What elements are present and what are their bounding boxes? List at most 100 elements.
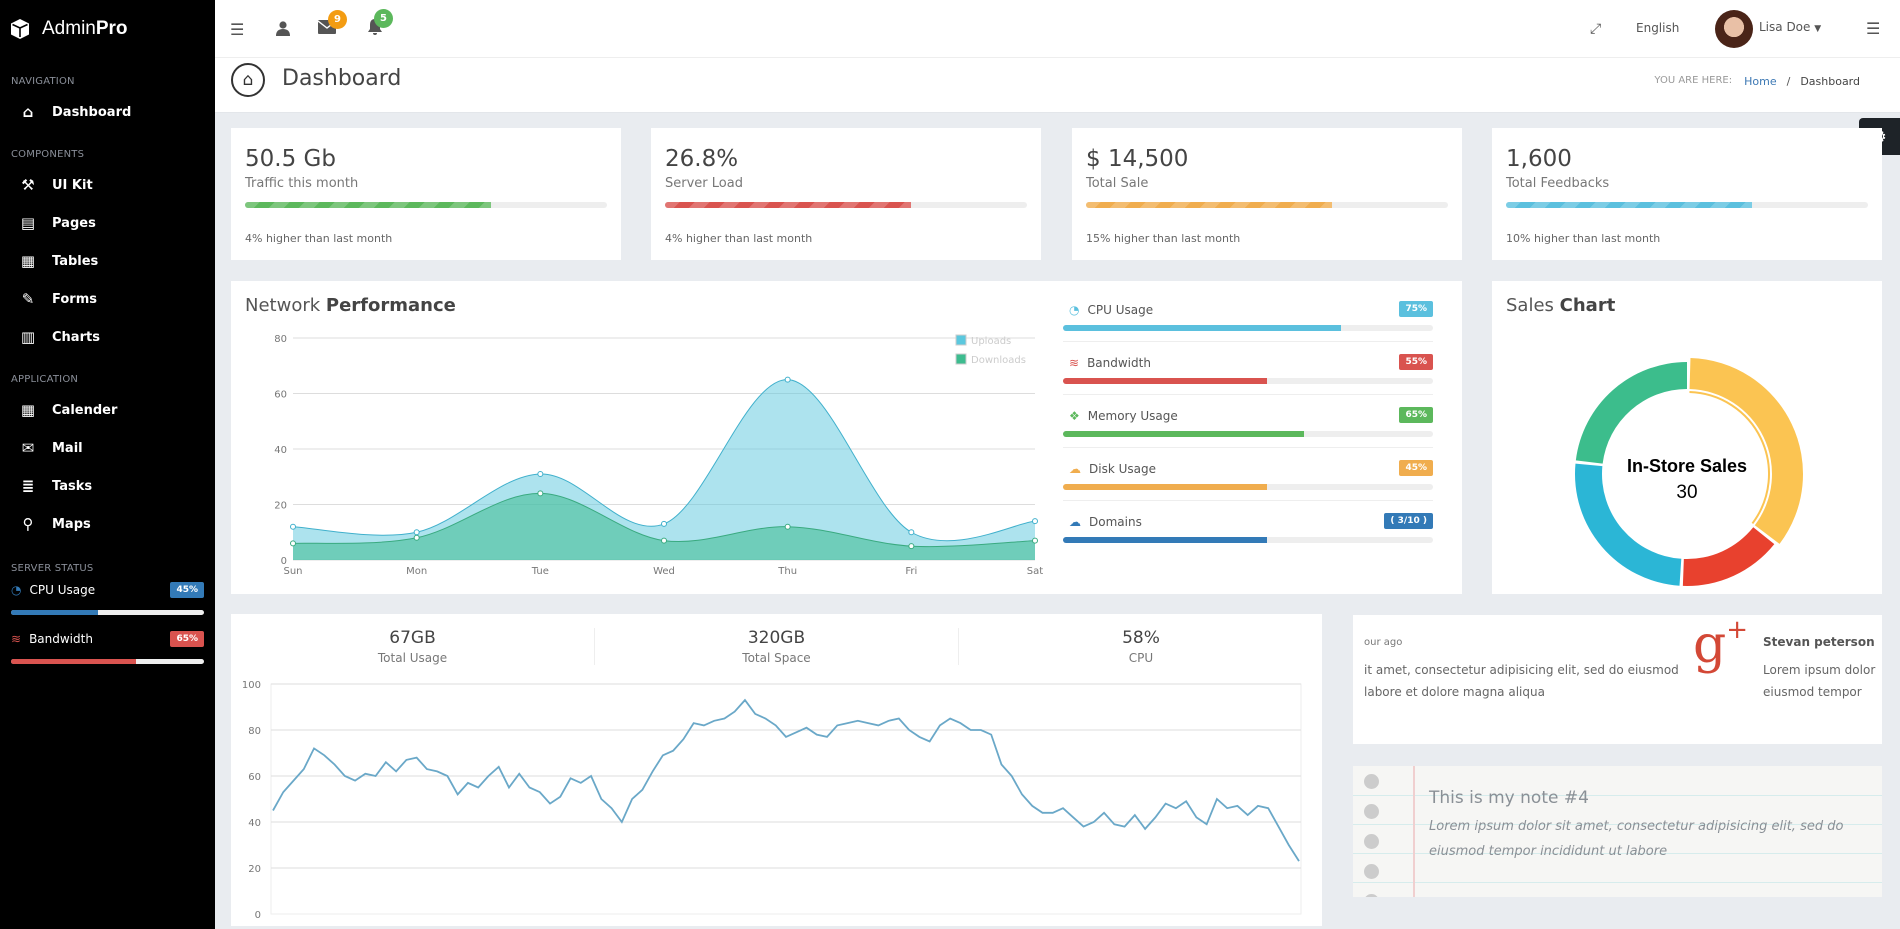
sidebar-item-charts[interactable]: ▥ Charts	[0, 318, 215, 356]
breadcrumb-home[interactable]: Home	[1744, 75, 1776, 88]
usage-line-chart: 0 20 40 60 80 100	[242, 680, 1302, 921]
sales-donut-chart: In-Store Sales 30	[1575, 358, 1803, 586]
resource-badge: 45%	[1399, 460, 1433, 476]
indent-icon[interactable]: ☰	[1866, 19, 1880, 38]
breadcrumb-label: YOU ARE HERE:	[1654, 75, 1733, 86]
server-status-bar	[11, 610, 204, 615]
menu-toggle-icon[interactable]: ☰	[230, 20, 244, 39]
data-point	[290, 523, 296, 530]
stat-note: 15% higher than last month	[1086, 232, 1241, 245]
network-chart: 020406080Sun Mon Tue Wed Thu Fri SatUploadsDow…	[274, 334, 1043, 577]
resource-item: ❖ Memory Usage 65%	[1063, 395, 1433, 448]
note-body: Lorem ipsum dolor sit amet, consectetur …	[1429, 819, 1844, 859]
home-icon: ⌂	[22, 103, 34, 121]
data-point	[537, 470, 544, 477]
data-point	[413, 534, 420, 541]
margin-line	[1413, 766, 1415, 897]
y-tick-label: 60	[274, 390, 287, 401]
donut-center-label: In-Store Sales	[1627, 456, 1747, 476]
breadcrumb-separator: /	[1786, 75, 1791, 88]
sidebar-item-label: Charts	[52, 329, 100, 345]
sidebar-item-tasks[interactable]: ≣ Tasks	[0, 467, 215, 505]
google-plus-icon: g+	[1693, 615, 1749, 675]
y-tick-label: 20	[248, 864, 261, 875]
status-badge: 65%	[170, 631, 204, 647]
stat-value: 1,600	[1506, 146, 1572, 172]
messages-button[interactable]: 9	[317, 10, 347, 38]
stat-value: 50.5 Gb	[245, 146, 336, 172]
stat-card: 1,600 Total Feedbacks 10% higher than last…	[1492, 128, 1882, 260]
stat-label: Total Feedbacks	[1506, 176, 1610, 191]
social-feed-card: our ago it amet, consectetur adipisicing…	[1353, 615, 1882, 744]
topbar: ☰ 9 5 ⤢ English Lisa Doe ▼ ☰	[215, 0, 1900, 58]
user-icon[interactable]	[276, 21, 290, 36]
sidebar-item-forms[interactable]: ✎ Forms	[0, 280, 215, 318]
magic-wand-icon: ⚒	[21, 176, 35, 194]
donut-center-value: 30	[1676, 482, 1697, 503]
file-icon: ▤	[20, 214, 36, 232]
data-point	[1032, 518, 1038, 525]
notifications-button[interactable]: 5	[367, 9, 393, 39]
stat-value: 26.8%	[665, 146, 739, 172]
resource-label: CPU Usage	[1087, 303, 1154, 317]
language-selector[interactable]: English	[1636, 21, 1679, 35]
x-tick-label: Wed	[653, 566, 675, 577]
binder-hole	[1364, 834, 1379, 849]
binder-hole	[1364, 864, 1379, 879]
user-menu[interactable]: Lisa Doe ▼	[1759, 20, 1821, 34]
cloud-download-icon: ☁	[1069, 462, 1081, 476]
status-badge: 45%	[170, 582, 204, 598]
stat-card: $ 14,500 Total Sale 15% higher than last m…	[1072, 128, 1462, 260]
resource-badge: ( 3/10 )	[1384, 513, 1433, 529]
data-point	[290, 540, 296, 547]
stat-card: 26.8% Server Load 4% higher than last mont…	[651, 128, 1041, 260]
nav-section-label: COMPONENTS	[11, 149, 85, 160]
stat-progress-bar	[665, 202, 1027, 208]
breadcrumb-current: Dashboard	[1800, 75, 1860, 88]
donut-segment	[1689, 358, 1803, 544]
stat-progress-bar	[1506, 202, 1868, 208]
database-icon: ≋	[11, 632, 22, 646]
sidebar-item-ui-kit[interactable]: ⚒ UI Kit	[0, 166, 215, 204]
sidebar-item-mail[interactable]: ✉ Mail	[0, 429, 215, 467]
resource-badge: 65%	[1399, 407, 1433, 423]
stat-note: 4% higher than last month	[245, 232, 393, 245]
sidebar-item-tables[interactable]: ▦ Tables	[0, 242, 215, 280]
x-tick-label: Fri	[905, 566, 917, 577]
brand-light: Admin	[42, 18, 96, 39]
data-point	[661, 520, 667, 527]
sidebar-item-maps[interactable]: ⚲ Maps	[0, 505, 215, 543]
data-point	[908, 529, 915, 536]
y-tick-label: 20	[274, 501, 287, 512]
brand-bold: Pro	[95, 18, 128, 39]
brand-logo[interactable]: Admin Pro	[0, 0, 215, 58]
stat-label: Traffic this month	[245, 176, 359, 191]
server-status-bar	[11, 659, 204, 664]
post-author[interactable]: Stevan peterson	[1763, 635, 1875, 649]
page-header: ⌂ Dashboard YOU ARE HERE: Home / Dashboa…	[215, 58, 1900, 113]
x-tick-label: Sat	[1027, 566, 1043, 577]
sidebar-item-label: Tasks	[52, 478, 93, 494]
sidebar-item-calender[interactable]: ▦ Calender	[0, 391, 215, 429]
sidebar-item-dashboard[interactable]: ⌂ Dashboard	[0, 93, 215, 131]
y-tick-label: 60	[248, 772, 261, 783]
map-marker-icon: ⚲	[22, 515, 34, 533]
x-tick-label: Tue	[531, 566, 549, 577]
resource-item: ◔ CPU Usage 75%	[1063, 289, 1433, 342]
calendar-icon: ▦	[20, 401, 36, 419]
donut-segment	[1682, 527, 1775, 586]
fullscreen-icon[interactable]: ⤢	[1590, 21, 1601, 37]
x-tick-label: Sun	[283, 566, 302, 577]
resource-item: ≋ Bandwidth 55%	[1063, 342, 1433, 395]
y-tick-label: 100	[242, 680, 261, 691]
post-text: eiusmod tempor	[1763, 685, 1862, 699]
avatar[interactable]	[1715, 10, 1753, 48]
post-text: it amet, consectetur adipisicing elit, s…	[1364, 663, 1679, 677]
resource-bar	[1063, 325, 1433, 331]
sidebar-item-pages[interactable]: ▤ Pages	[0, 204, 215, 242]
sidebar-item-label: Calender	[52, 402, 118, 418]
sidebar-item-label: Forms	[52, 291, 97, 307]
network-performance-panel: Network Performance 0 20 40 60 80 Sun Mon Tue We…	[231, 281, 1462, 594]
legend-label: Downloads	[971, 355, 1026, 366]
sidebar: Admin Pro NAVIGATION ⌂ Dashboard COMPONENTS ⚒…	[0, 0, 215, 929]
